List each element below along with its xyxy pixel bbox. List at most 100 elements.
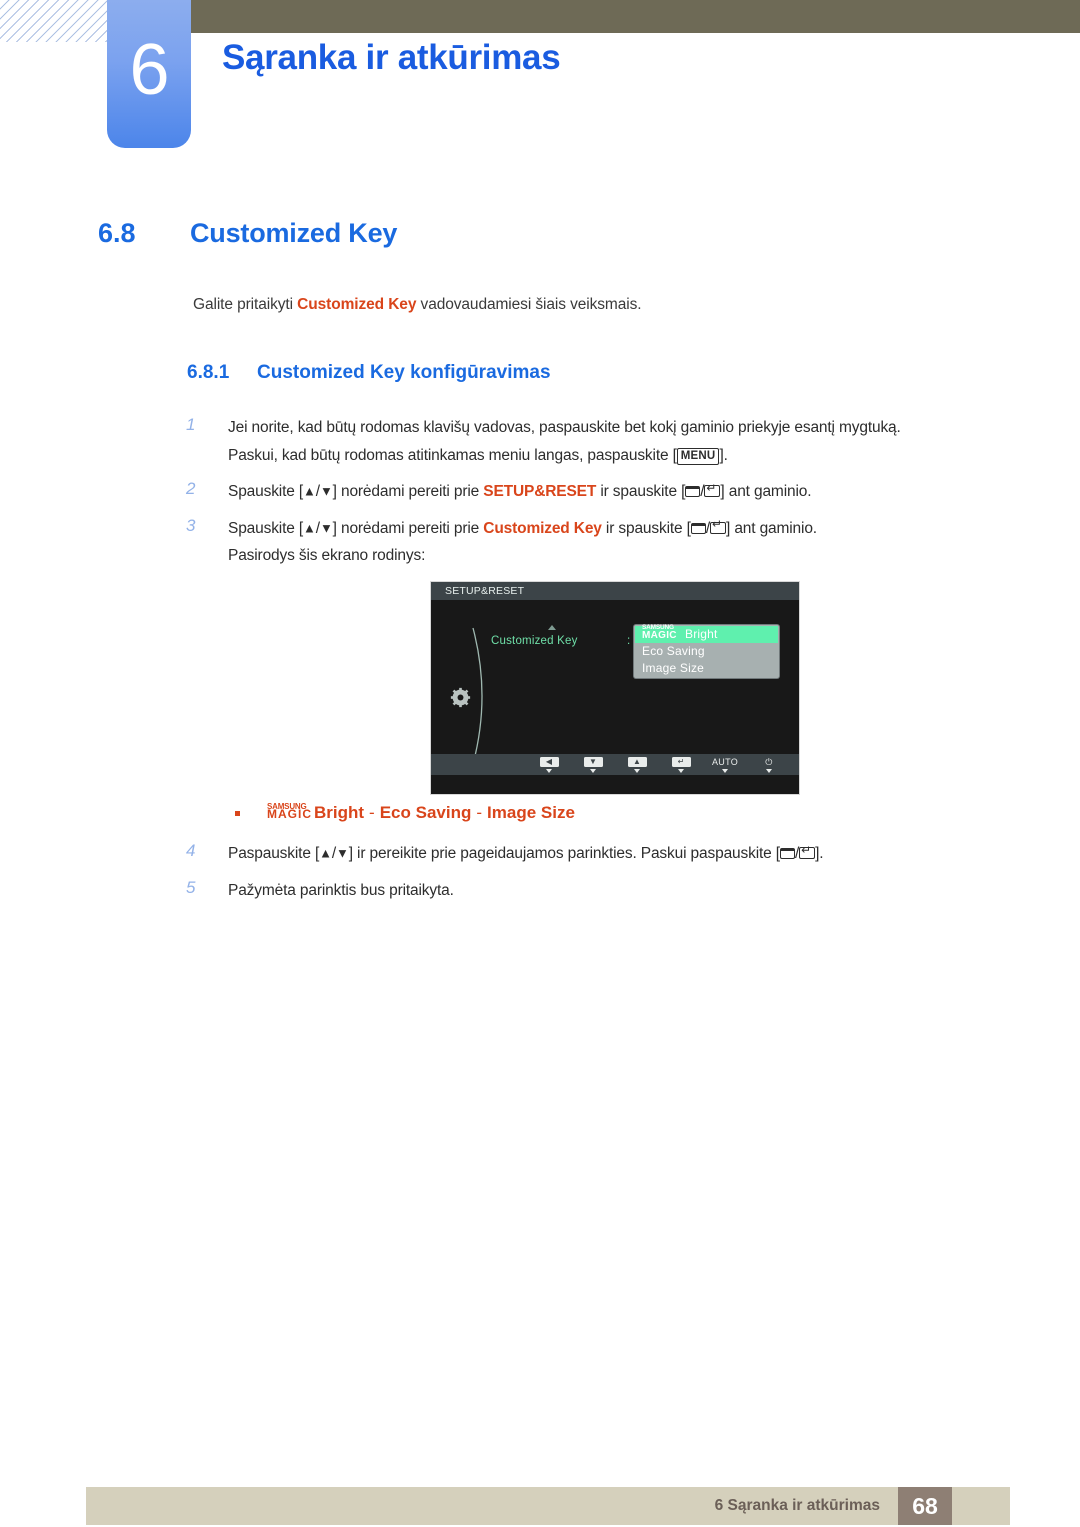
step-text: Spauskite [▲/▼] norėdami pereiti prie Cu… [228,515,996,570]
page-footer: 6 Sąranka ir atkūrimas 68 [86,1487,1010,1525]
down-arrow-icon: ▼ [319,483,333,499]
step-item: 2 Spauskite [▲/▼] norėdami pereiti prie … [186,478,996,506]
magic-logo-bottom: MAGIC [642,629,677,641]
osd-menu-item-label: Bright [685,627,718,641]
samsung-magic-logo: SAMSUNG MAGIC [267,802,314,822]
step3-c: ir spauskite [ [601,519,691,537]
step5-a: Pažymėta parinktis bus pritaikyta. [228,881,454,899]
osd-menu-item-label: Image Size [642,661,705,675]
osd-dropdown-menu[interactable]: SAMSUNG MAGIC Bright Eco Saving Image Si… [634,624,779,678]
bullet-item-3: Image Size [487,803,575,822]
menu-key-icon: MENU [676,447,720,465]
button-indicator-icon [722,768,728,773]
options-bullet-line: SAMSUNG MAGIC Bright - Eco Saving - Image Si… [235,802,575,823]
osd-menu-item-label: Eco Saving [642,644,705,658]
step-item: 4 Paspauskite [▲/▼] ir pereikite prie pa… [186,840,996,868]
step-text: Paspauskite [▲/▼] ir pereikite prie page… [228,840,996,868]
down-arrow-icon: ▼ [319,520,333,536]
power-icon: ⏻ [765,756,773,767]
subsection-number: 6.8.1 [187,362,230,383]
step-number: 2 [186,479,196,499]
section-intro: Galite pritaikyti Customized Key vadovau… [193,296,642,314]
subsection-heading: 6.8.1 Customized Key konfigūravimas [187,362,551,384]
step3-b: ] norėdami pereiti prie [332,519,484,537]
button-indicator-icon [766,768,772,773]
step1-line1: Jei norite, kad būtų rodomas klavišų vad… [228,419,901,436]
step-number: 5 [186,877,196,897]
step2-keyword: SETUP&RESET [483,483,597,501]
step-item: 3 Spauskite [▲/▼] norėdami pereiti prie … [186,515,996,570]
osd-menu-item-image-size[interactable]: Image Size [635,660,778,677]
step2-a: Spauskite [ [228,483,304,501]
step-number: 3 [186,515,196,535]
osd-screenshot: SETUP&RESET Customized Key: SAMSUNG MAG… [430,581,800,795]
section-number: 6.8 [98,218,136,248]
osd-button-left[interactable]: ◀ [527,756,571,773]
osd-button-bar: ◀ ▼ ▲ ↵ AUTO ⏻ [431,754,799,775]
step4-d: ]. [815,845,824,862]
enter-key-icon: ↵ [671,756,691,767]
step1-line2-b: ]. [719,446,728,464]
step-number: 1 [186,415,196,434]
button-indicator-icon [546,768,552,773]
samsung-magic-logo: SAMSUNG MAGIC [642,624,685,641]
scroll-up-caret-icon [548,625,556,630]
step3-keyword: Customized Key [483,519,602,537]
osd-button-enter[interactable]: ↵ [659,756,703,773]
section-heading: 6.8 Customized Key [98,218,397,249]
step-item: 1 Jei norite, kad būtų rodomas klavišų v… [186,414,996,469]
bullet-separator: - [476,803,483,822]
enter-key-icon [799,844,816,859]
enter-key-icon [704,482,721,498]
page-number: 68 [898,1487,952,1525]
left-arrow-icon: ◀ [539,756,559,767]
step-text: Spauskite [▲/▼] norėdami pereiti prie SE… [228,478,996,506]
down-arrow-icon: ▼ [336,845,349,861]
step2-d: ] ant gaminio. [720,483,812,501]
osd-setting-label: Customized Key [491,635,578,647]
step3-a: Spauskite [ [228,519,304,537]
step1-line2-a: Paskui, kad būtų rodomas atitinkamas men… [228,446,677,464]
up-arrow-icon: ▲ [303,483,316,499]
header-olive-bar [190,0,1080,33]
osd-button-up[interactable]: ▲ [615,756,659,773]
up-arrow-icon: ▲ [319,845,332,861]
step-number: 4 [186,841,196,860]
osd-menu-item-eco-saving[interactable]: Eco Saving [635,643,778,660]
osd-button-down[interactable]: ▼ [571,756,615,773]
steps-list: 1 Jei norite, kad būtų rodomas klavišų v… [186,414,996,579]
osd-colon: : [627,635,631,647]
arc-decoration [472,627,483,765]
auto-label: AUTO [711,756,739,767]
osd-button-auto[interactable]: AUTO [703,757,747,773]
bullet-item-1: Bright [314,803,365,822]
step4-b: ] ir pereikite prie pageidaujamos parink… [348,845,780,862]
menu-box-icon [779,848,795,859]
bullet-separator: - [369,803,375,822]
osd-button-power[interactable]: ⏻ [747,757,791,773]
step-text: Jei norite, kad būtų rodomas klavišų vad… [228,414,996,469]
section-title: Customized Key [190,218,398,248]
enter-key-icon [710,518,726,534]
chapter-number: 6 [129,30,169,110]
osd-stage: Customized Key : SAMSUNG MAGIC Bright Ec… [431,600,799,775]
osd-menu-item-magicbright[interactable]: SAMSUNG MAGIC Bright [635,624,778,643]
steps-list-continued: 4 Paspauskite [▲/▼] ir pereikite prie pa… [186,840,996,913]
up-arrow-icon: ▲ [627,756,647,767]
step4-a: Paspauskite [ [228,845,320,862]
step2-c: ir spauskite [ [596,483,686,501]
intro-keyword: Customized Key [297,296,417,313]
subsection-title: Customized Key konfigūravimas [257,362,551,383]
step3-d: ] ant gaminio. [726,519,817,537]
button-indicator-icon [590,768,596,773]
bullet-dot-icon [235,810,240,816]
menu-box-icon [685,486,701,498]
footer-chapter-label: 6 Sąranka ir atkūrimas [714,1497,880,1514]
button-indicator-icon [634,768,640,773]
chapter-tab: 6 [107,0,191,148]
step-item: 5 Pažymėta parinktis bus pritaikyta. [186,877,996,905]
chapter-title: Sąranka ir atkūrimas [222,38,561,77]
down-arrow-icon: ▼ [583,756,603,767]
osd-title-bar: SETUP&RESET [431,582,799,600]
intro-text-after: vadovaudamiesi šiais veiksmais. [416,296,642,313]
